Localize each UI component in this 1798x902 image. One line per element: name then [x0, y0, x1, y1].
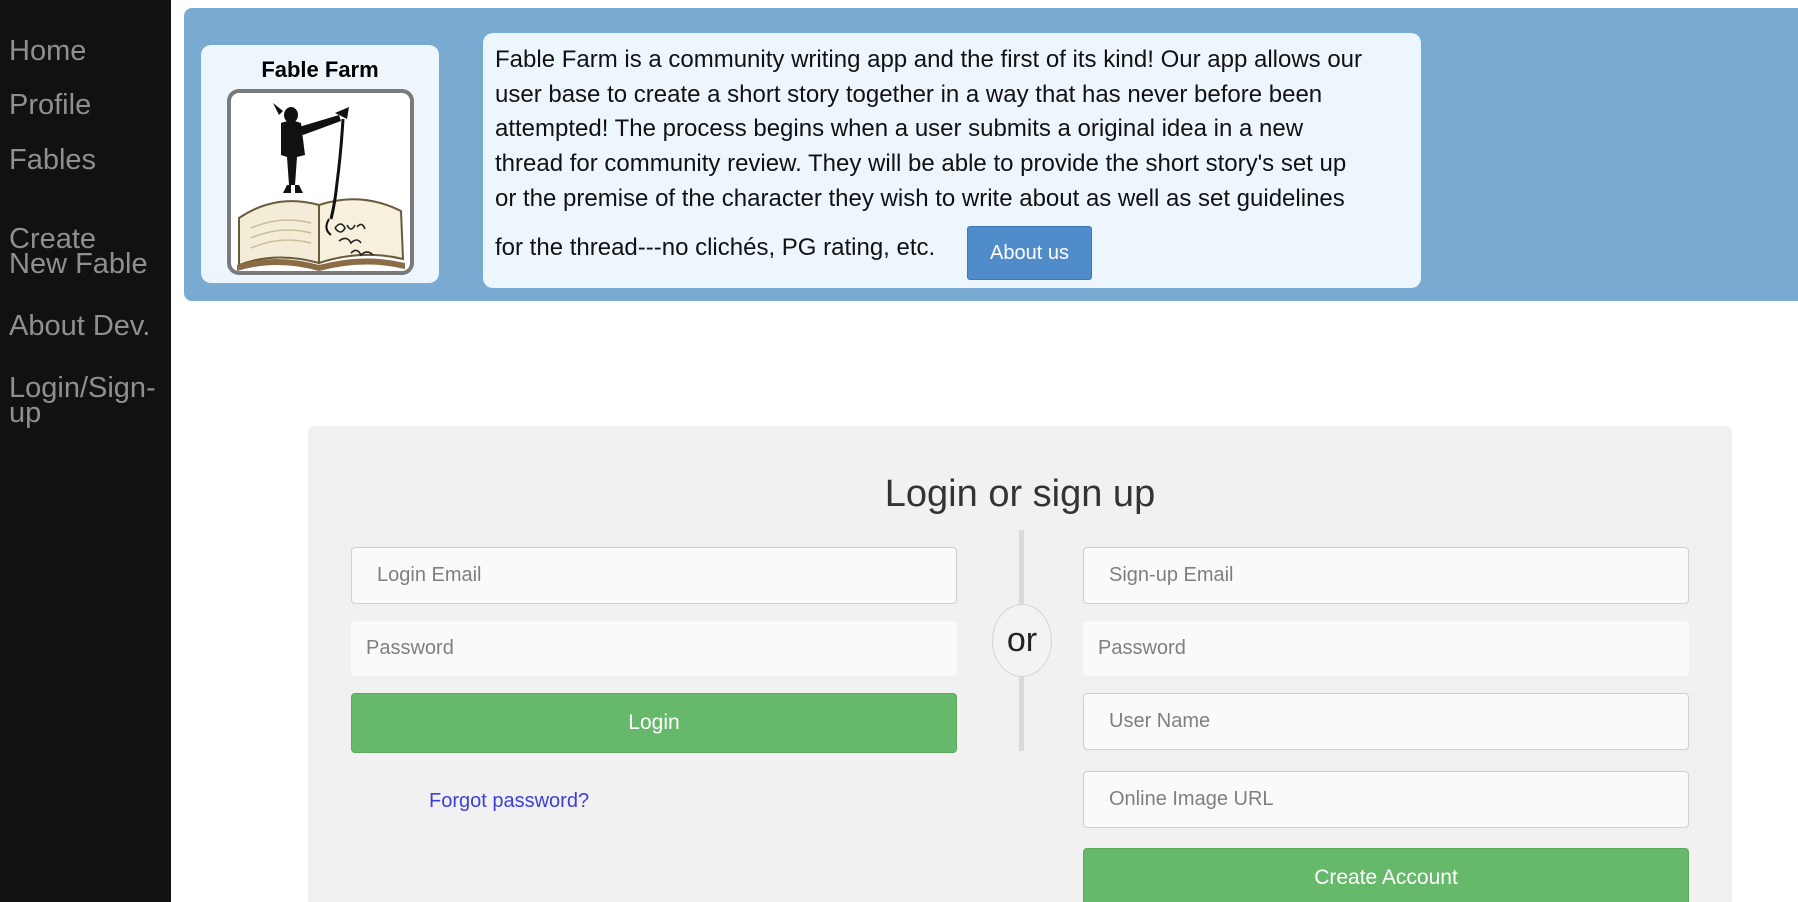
- sidebar-item-fables[interactable]: Fables: [9, 146, 96, 175]
- sidebar-item-about-dev[interactable]: About Dev.: [9, 312, 150, 341]
- signup-password-input[interactable]: [1083, 621, 1689, 676]
- signup-email-input[interactable]: [1083, 547, 1689, 604]
- sidebar-item-profile[interactable]: Profile: [9, 91, 91, 120]
- divider-line-bottom: [1019, 677, 1024, 751]
- writer-book-icon: [237, 103, 405, 271]
- description-line: or the premise of the character they wis…: [495, 185, 1345, 212]
- sidebar-item-label-line2: up: [9, 397, 42, 429]
- logo-card: Fable Farm: [201, 45, 439, 283]
- sidebar-item-label-line2: New Fable: [9, 248, 148, 280]
- auth-panel: Login or sign up Login Forgot password? …: [308, 426, 1732, 902]
- description-line: user base to create a short story togeth…: [495, 81, 1323, 108]
- login-email-input[interactable]: [351, 547, 957, 604]
- description-line: for the thread---no clichés, PG rating, …: [495, 234, 936, 261]
- sidebar: Home Profile Fables Create New Fable Abo…: [0, 0, 171, 902]
- create-account-button[interactable]: Create Account: [1083, 848, 1689, 902]
- logo-image: [227, 89, 414, 275]
- username-input[interactable]: [1083, 693, 1689, 750]
- about-us-button[interactable]: About us: [967, 226, 1092, 280]
- divider-line-top: [1019, 530, 1024, 604]
- app-description-card: Fable Farm is a community writing app an…: [483, 33, 1421, 288]
- logo-title: Fable Farm: [261, 57, 379, 82]
- description-line: thread for community review. They will b…: [495, 150, 1347, 177]
- login-button[interactable]: Login: [351, 693, 957, 753]
- login-password-input[interactable]: [351, 621, 957, 676]
- sidebar-item-create-new-fable[interactable]: Create New Fable: [9, 225, 148, 280]
- image-url-input[interactable]: [1083, 771, 1689, 828]
- auth-title: Login or sign up: [884, 473, 1156, 515]
- forgot-password-link[interactable]: Forgot password?: [429, 790, 589, 813]
- sidebar-item-login-signup[interactable]: Login/Sign- up: [9, 374, 156, 429]
- description-line: attempted! The process begins when a use…: [495, 115, 1304, 142]
- description-line: Fable Farm is a community writing app an…: [495, 46, 1363, 73]
- or-divider: or: [992, 604, 1052, 677]
- sidebar-item-home[interactable]: Home: [9, 37, 86, 66]
